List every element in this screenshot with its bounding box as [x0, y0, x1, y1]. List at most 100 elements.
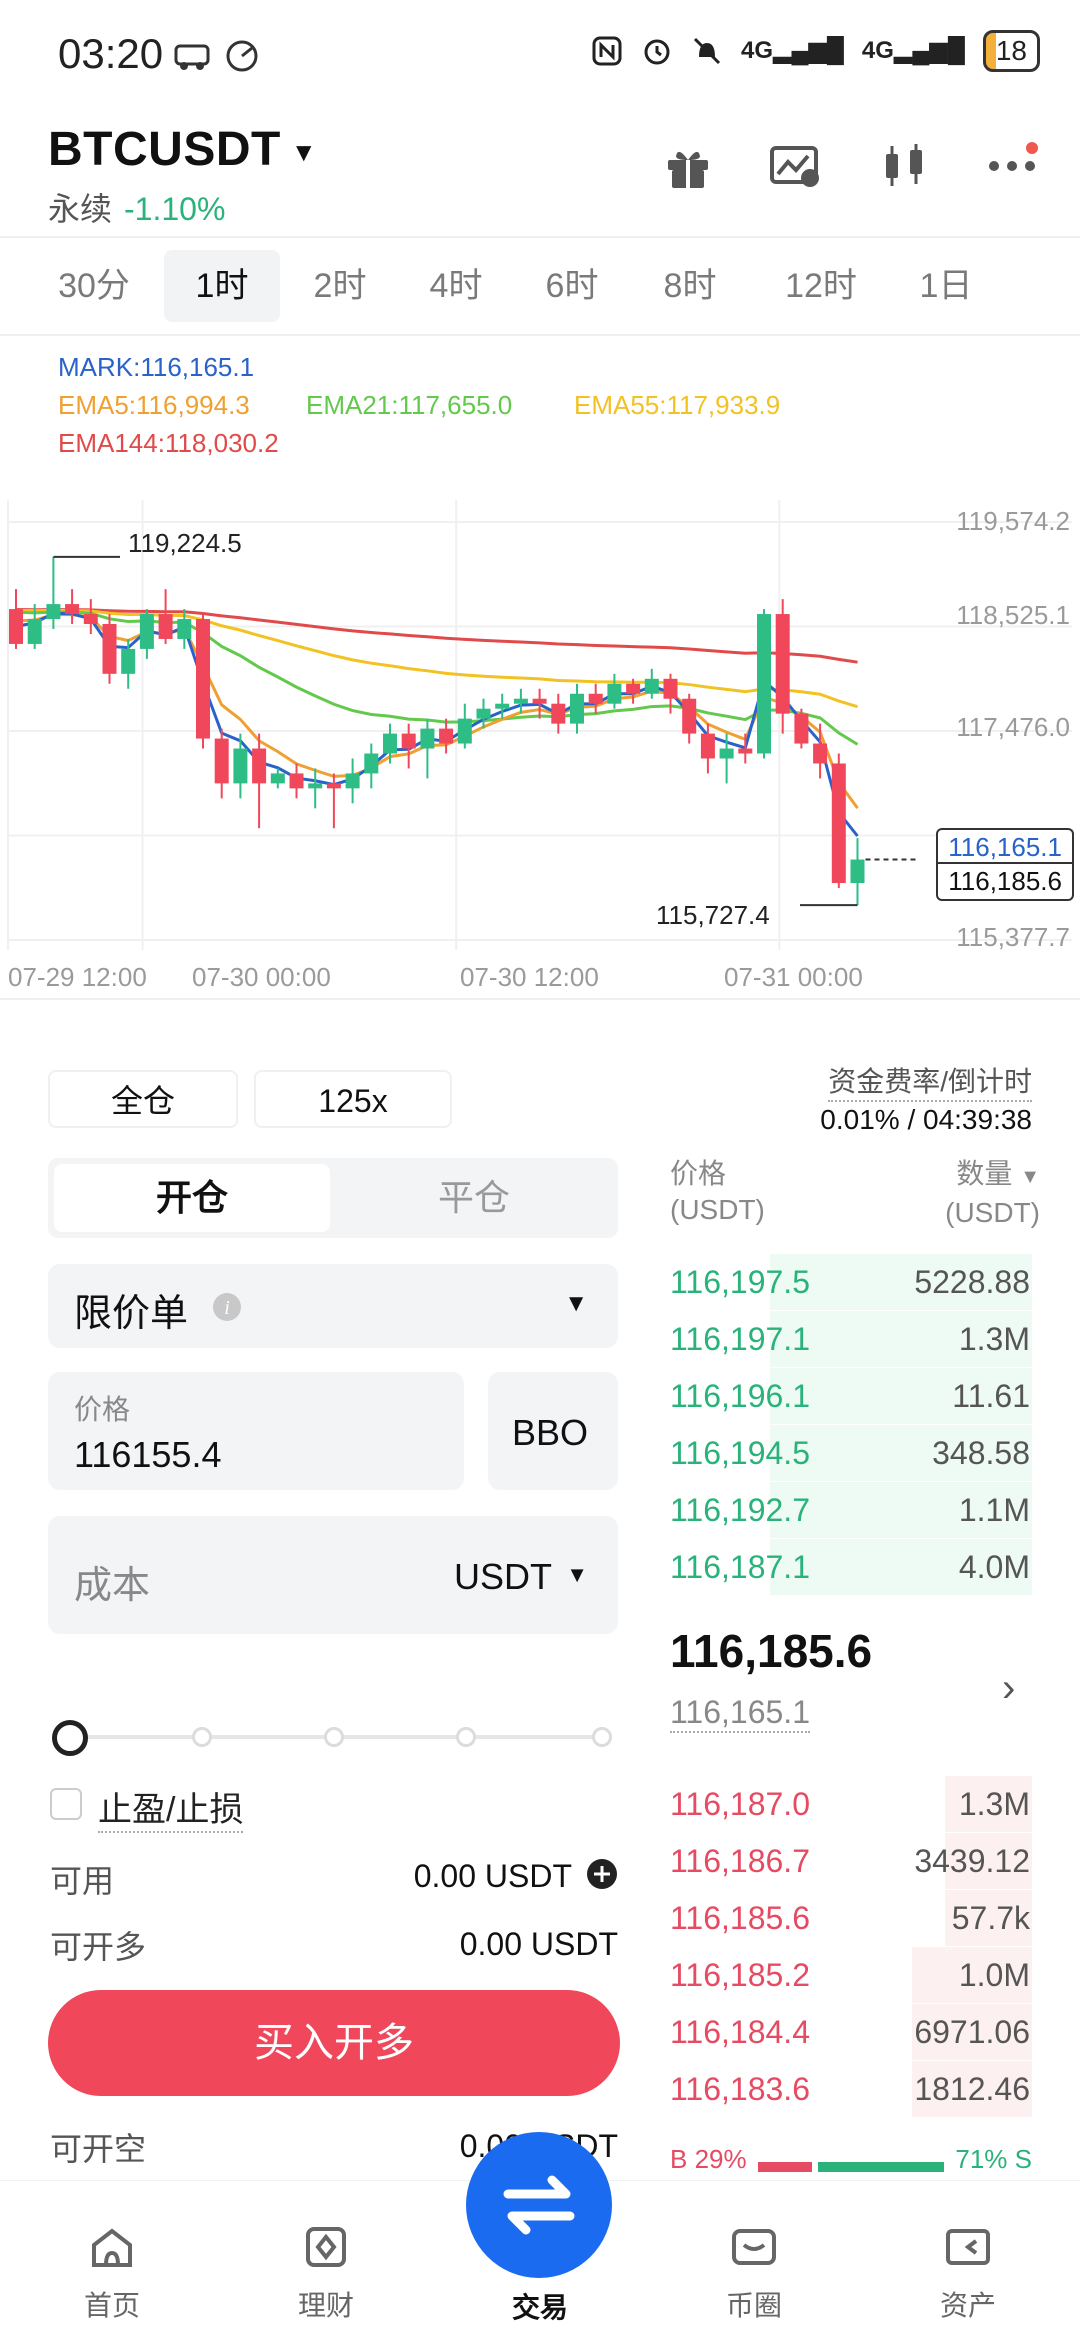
caret-down-icon: ▼	[564, 1290, 588, 1317]
candle-body	[214, 738, 229, 784]
chevron-right-icon[interactable]: ›	[1002, 1666, 1015, 1711]
add-funds-icon[interactable]	[586, 1858, 618, 1890]
more-icon[interactable]	[984, 138, 1040, 194]
symbol-subline: 永续 -1.10%	[48, 184, 225, 230]
orderbook-row[interactable]: 116,185.2 1.0M	[668, 1947, 1032, 2003]
gift-icon[interactable]	[660, 138, 716, 194]
orderbook-row[interactable]: 116,185.6 57.7k	[668, 1890, 1032, 1946]
orderbook-row[interactable]: 116,187.0 1.3M	[668, 1776, 1032, 1832]
orderbook-qty: 6971.06	[914, 2014, 1030, 2050]
slider-handle[interactable]	[52, 1720, 88, 1756]
tab-6h[interactable]: 6时	[522, 250, 622, 322]
orderbook-row[interactable]: 116,186.7 3439.12	[668, 1833, 1032, 1889]
candlestick-icon[interactable]	[876, 138, 932, 194]
tp-sl-checkbox[interactable]	[50, 1788, 82, 1820]
legend-ema5: EMA5:116,994.3	[58, 390, 250, 420]
tab-close-position[interactable]: 平仓	[336, 1164, 612, 1232]
orderbook-row[interactable]: 116,192.7 1.1M	[668, 1482, 1032, 1538]
chart-settings-icon[interactable]	[768, 138, 824, 194]
orderbook-row[interactable]: 116,184.4 6971.06	[668, 2004, 1032, 2060]
slider-step[interactable]	[192, 1727, 212, 1747]
buy-long-button[interactable]: 买入开多	[48, 1990, 620, 2096]
candle-body	[813, 743, 828, 764]
orderbook-row[interactable]: 116,187.1 4.0M	[668, 1539, 1032, 1595]
low-price-label: 115,727.4	[656, 900, 770, 930]
tab-12h[interactable]: 12时	[766, 250, 876, 322]
slider-step[interactable]	[456, 1727, 476, 1747]
community-icon	[732, 2229, 776, 2265]
nav-assets[interactable]: 资产	[908, 2221, 1028, 2324]
tab-open-position[interactable]: 开仓	[54, 1164, 330, 1232]
candle-body	[252, 748, 267, 784]
candle-body	[308, 783, 323, 789]
leverage-button[interactable]: 125x	[254, 1070, 452, 1128]
qty-header-label: 数量	[956, 1158, 1013, 1189]
legend-ema55: EMA55:117,933.9	[574, 390, 781, 420]
funding-rate-label[interactable]: 资金费率/倒计时	[828, 1060, 1032, 1102]
nav-trade[interactable]	[466, 2132, 612, 2278]
price-header-unit: (USDT)	[670, 1194, 765, 1225]
candle-body	[663, 678, 678, 699]
wealth-icon	[306, 2227, 346, 2267]
orderbook-price: 116,197.5	[670, 1264, 810, 1300]
nav-trade-label: 交易	[511, 2292, 568, 2323]
cost-unit-select[interactable]: USDT	[454, 1556, 552, 1598]
orderbook-row[interactable]: 116,197.1 1.3M	[668, 1311, 1032, 1367]
candle-body	[102, 624, 117, 674]
tab-8h[interactable]: 8时	[640, 250, 740, 322]
tab-4h[interactable]: 4时	[406, 250, 506, 322]
candle-body	[139, 614, 154, 649]
cost-input[interactable]: 成本 USDT ▼	[48, 1516, 618, 1634]
symbol-selector[interactable]: BTCUSDT ▼	[48, 122, 317, 177]
candle-body	[233, 748, 248, 784]
slider-step[interactable]	[592, 1727, 612, 1747]
nav-community[interactable]: 币圈	[694, 2221, 814, 2324]
info-icon[interactable]: i	[212, 1292, 242, 1322]
candle-body	[570, 693, 584, 724]
nav-wealth[interactable]: 理财	[266, 2221, 386, 2324]
orderbook-price: 116,185.6	[670, 1900, 810, 1936]
price-input[interactable]: 价格 116155.4	[48, 1372, 464, 1490]
candle-body	[121, 648, 136, 674]
slider-step[interactable]	[324, 1727, 344, 1747]
price-input-label: 价格	[74, 1394, 131, 1425]
nav-home[interactable]: 首页	[52, 2221, 172, 2324]
last-price[interactable]: 116,185.6	[670, 1624, 872, 1678]
orderbook-qty-header[interactable]: 数量 ▼ (USDT)	[945, 1156, 1040, 1231]
tp-sl-label[interactable]: 止盈/止损	[98, 1782, 244, 1833]
battery-icon: 18	[982, 30, 1040, 72]
orderbook-row[interactable]: 116,197.5 5228.88	[668, 1254, 1032, 1310]
candle-body	[326, 783, 341, 789]
legend-ema144: EMA144:118,030.2	[58, 428, 279, 458]
tab-1d[interactable]: 1日	[896, 250, 996, 322]
orderbook-qty: 1.1M	[958, 1492, 1030, 1528]
candle-body	[46, 604, 61, 620]
candle-body	[9, 609, 23, 644]
tab-2h[interactable]: 2时	[290, 250, 390, 322]
nav-label: 资产	[939, 2290, 996, 2321]
candle-body	[476, 708, 491, 719]
bbo-button[interactable]: BBO	[488, 1372, 618, 1490]
qty-header-unit: (USDT)	[945, 1197, 1040, 1228]
tab-30m[interactable]: 30分	[44, 250, 144, 322]
order-type-value: 限价单	[74, 1293, 189, 1335]
high-price-label: 119,224.5	[128, 528, 242, 558]
candlestick-chart[interactable]	[0, 500, 1080, 970]
x-tick-label: 07-29 12:00	[8, 962, 147, 992]
orderbook-row[interactable]: 116,196.1 11.61	[668, 1368, 1032, 1424]
candle-body	[364, 753, 379, 774]
order-type-select[interactable]: 限价单 i ▼	[48, 1264, 618, 1348]
tab-1h[interactable]: 1时	[164, 250, 280, 322]
candle-body	[65, 604, 80, 615]
ratio-sell-label: 71% S	[955, 2144, 1032, 2174]
orderbook-row[interactable]: 116,183.6 1812.46	[668, 2061, 1032, 2117]
ratio-buy-label: B 29%	[670, 2144, 747, 2174]
orderbook-qty: 11.61	[952, 1378, 1030, 1414]
margin-mode-button[interactable]: 全仓	[48, 1070, 238, 1128]
candle-body	[495, 703, 510, 709]
orderbook-row[interactable]: 116,194.5 348.58	[668, 1425, 1032, 1481]
home-icon	[92, 2228, 132, 2267]
orderbook-price: 116,194.5	[670, 1435, 810, 1471]
nav-label: 币圈	[725, 2290, 782, 2321]
x-tick-label: 07-30 00:00	[192, 962, 331, 992]
